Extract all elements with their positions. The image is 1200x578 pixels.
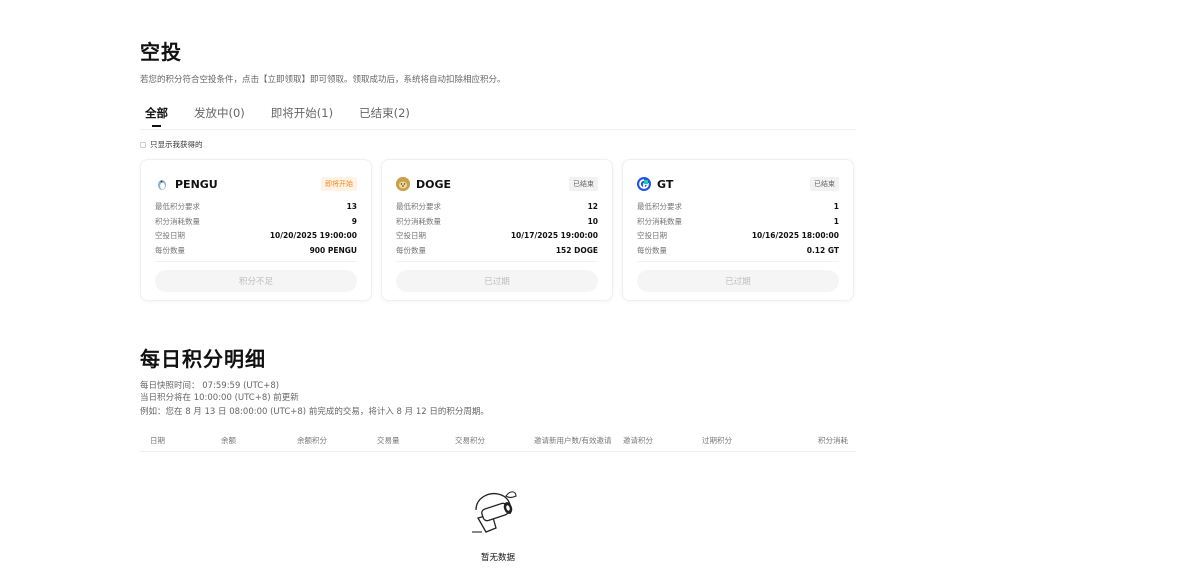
only-mine-filter[interactable]: 只显示我获得的 <box>140 139 203 150</box>
card-details: 最低积分要求 13 积分消耗数量 9 空投日期 10/20/2025 19:00:00… <box>155 200 357 258</box>
card-divider <box>155 261 357 262</box>
detail-label: 最低积分要求 <box>155 202 200 211</box>
table-header: 日期 余额 余额积分 交易量 交易积分 邀请新用户数/有效邀请 邀请积分 过期积… <box>140 432 856 448</box>
penguin-icon <box>155 177 169 191</box>
daily-points-title: 每日积分明细 <box>140 347 266 371</box>
card-details: 最低积分要求 12 积分消耗数量 10 空投日期 10/17/2025 19:00:0… <box>396 200 598 258</box>
airdrop-card-gt: GT 已结束 最低积分要求 1 积分消耗数量 1 空投日期 10/16/2025 18… <box>622 159 854 301</box>
card-header: GT 已结束 <box>637 174 839 194</box>
detail-row: 每份数量 0.12 GT <box>637 244 839 259</box>
detail-value: 152 DOGE <box>555 245 598 255</box>
detail-value: 1 <box>833 202 839 211</box>
tab-upcoming[interactable]: 即将开始(1) <box>266 105 333 129</box>
detail-label: 最低积分要求 <box>396 202 441 211</box>
example-note: 例如：您在 8 月 13 日 08:00:00 (UTC+8) 前完成的交易，将… <box>140 407 489 417</box>
detail-value: 10/20/2025 19:00:00 <box>269 231 357 240</box>
airdrop-card-pengu: PENGU 即将开始 最低积分要求 13 积分消耗数量 9 空投日期 10/20/20… <box>140 159 372 301</box>
detail-value: 9 <box>351 216 357 226</box>
detail-value: 900 PENGU <box>309 245 357 255</box>
tab-distributing[interactable]: 发放中(0) <box>189 105 245 129</box>
table-header-divider <box>140 451 856 452</box>
status-badge: 已结束 <box>810 177 839 191</box>
detail-value: 12 <box>587 202 598 211</box>
col-balance-points: 余额积分 <box>297 436 327 445</box>
card-header: DOGE 已结束 <box>396 174 598 194</box>
detail-label: 最低积分要求 <box>637 202 682 211</box>
airdrop-card-doge: DOGE 已结束 最低积分要求 12 积分消耗数量 10 空投日期 10/17/202… <box>381 159 613 301</box>
gt-icon <box>637 177 651 191</box>
detail-value: 1 <box>833 216 839 226</box>
detail-label: 每份数量 <box>155 245 185 255</box>
col-trade-points: 交易积分 <box>455 436 485 445</box>
expired-button[interactable]: 已过期 <box>396 270 598 292</box>
status-badge: 即将开始 <box>321 177 357 191</box>
col-date: 日期 <box>150 436 165 445</box>
card-divider <box>396 261 598 262</box>
detail-row: 积分消耗数量 9 <box>155 215 357 230</box>
detail-value: 10/16/2025 18:00:00 <box>751 231 839 240</box>
empty-telescope-icon <box>468 488 528 536</box>
expired-button[interactable]: 已过期 <box>637 270 839 292</box>
status-badge: 已结束 <box>569 177 598 191</box>
detail-row: 空投日期 10/16/2025 18:00:00 <box>637 229 839 244</box>
tab-all[interactable]: 全部 <box>140 105 168 129</box>
empty-state-text: 暂无数据 <box>480 553 515 563</box>
airdrop-tabs: 全部 发放中(0) 即将开始(1) 已结束(2) <box>140 105 431 129</box>
update-note: 当日积分将在 10:00:00 (UTC+8) 前更新 <box>140 393 299 403</box>
detail-label: 积分消耗数量 <box>637 216 682 226</box>
detail-value: 10 <box>587 216 598 226</box>
detail-label: 积分消耗数量 <box>155 216 200 226</box>
card-header: PENGU 即将开始 <box>155 174 357 194</box>
detail-row: 积分消耗数量 10 <box>396 215 598 230</box>
detail-row: 每份数量 900 PENGU <box>155 244 357 259</box>
card-divider <box>637 261 839 262</box>
col-volume: 交易量 <box>377 436 400 445</box>
airdrop-description: 若您的积分符合空投条件，点击【立即领取】即可领取。领取成功后，系统将自动扣除相应… <box>140 75 506 85</box>
detail-label: 空投日期 <box>637 231 667 240</box>
detail-label: 空投日期 <box>155 231 185 240</box>
detail-row: 最低积分要求 1 <box>637 200 839 215</box>
detail-row: 空投日期 10/20/2025 19:00:00 <box>155 229 357 244</box>
doge-icon <box>396 177 410 191</box>
coin-name: GT <box>657 177 674 191</box>
col-invite-points: 邀请积分 <box>623 436 653 445</box>
tab-divider <box>140 129 856 130</box>
snapshot-time: 每日快照时间： 07:59:59 (UTC+8) <box>140 381 280 391</box>
detail-label: 积分消耗数量 <box>396 216 441 226</box>
col-expired-points: 过期积分 <box>702 436 732 445</box>
detail-row: 最低积分要求 13 <box>155 200 357 215</box>
col-balance: 余额 <box>221 436 236 445</box>
detail-value: 13 <box>346 202 357 211</box>
only-mine-checkbox[interactable] <box>140 141 146 148</box>
col-points-spent: 积分消耗 <box>818 436 848 445</box>
col-invites: 邀请新用户数/有效邀请 <box>534 436 612 445</box>
airdrop-title: 空投 <box>140 40 182 64</box>
detail-row: 最低积分要求 12 <box>396 200 598 215</box>
detail-row: 空投日期 10/17/2025 19:00:00 <box>396 229 598 244</box>
detail-row: 每份数量 152 DOGE <box>396 244 598 259</box>
only-mine-label: 只显示我获得的 <box>150 140 203 149</box>
detail-label: 每份数量 <box>396 245 426 255</box>
detail-value: 10/17/2025 19:00:00 <box>510 231 598 240</box>
coin-name: DOGE <box>416 177 452 191</box>
detail-label: 每份数量 <box>637 245 667 255</box>
detail-label: 空投日期 <box>396 231 426 240</box>
tab-ended[interactable]: 已结束(2) <box>354 105 410 129</box>
detail-row: 积分消耗数量 1 <box>637 215 839 230</box>
coin-name: PENGU <box>175 177 218 191</box>
insufficient-points-button[interactable]: 积分不足 <box>155 270 357 292</box>
card-details: 最低积分要求 1 积分消耗数量 1 空投日期 10/16/2025 18:00:00 … <box>637 200 839 258</box>
detail-value: 0.12 GT <box>806 245 839 255</box>
